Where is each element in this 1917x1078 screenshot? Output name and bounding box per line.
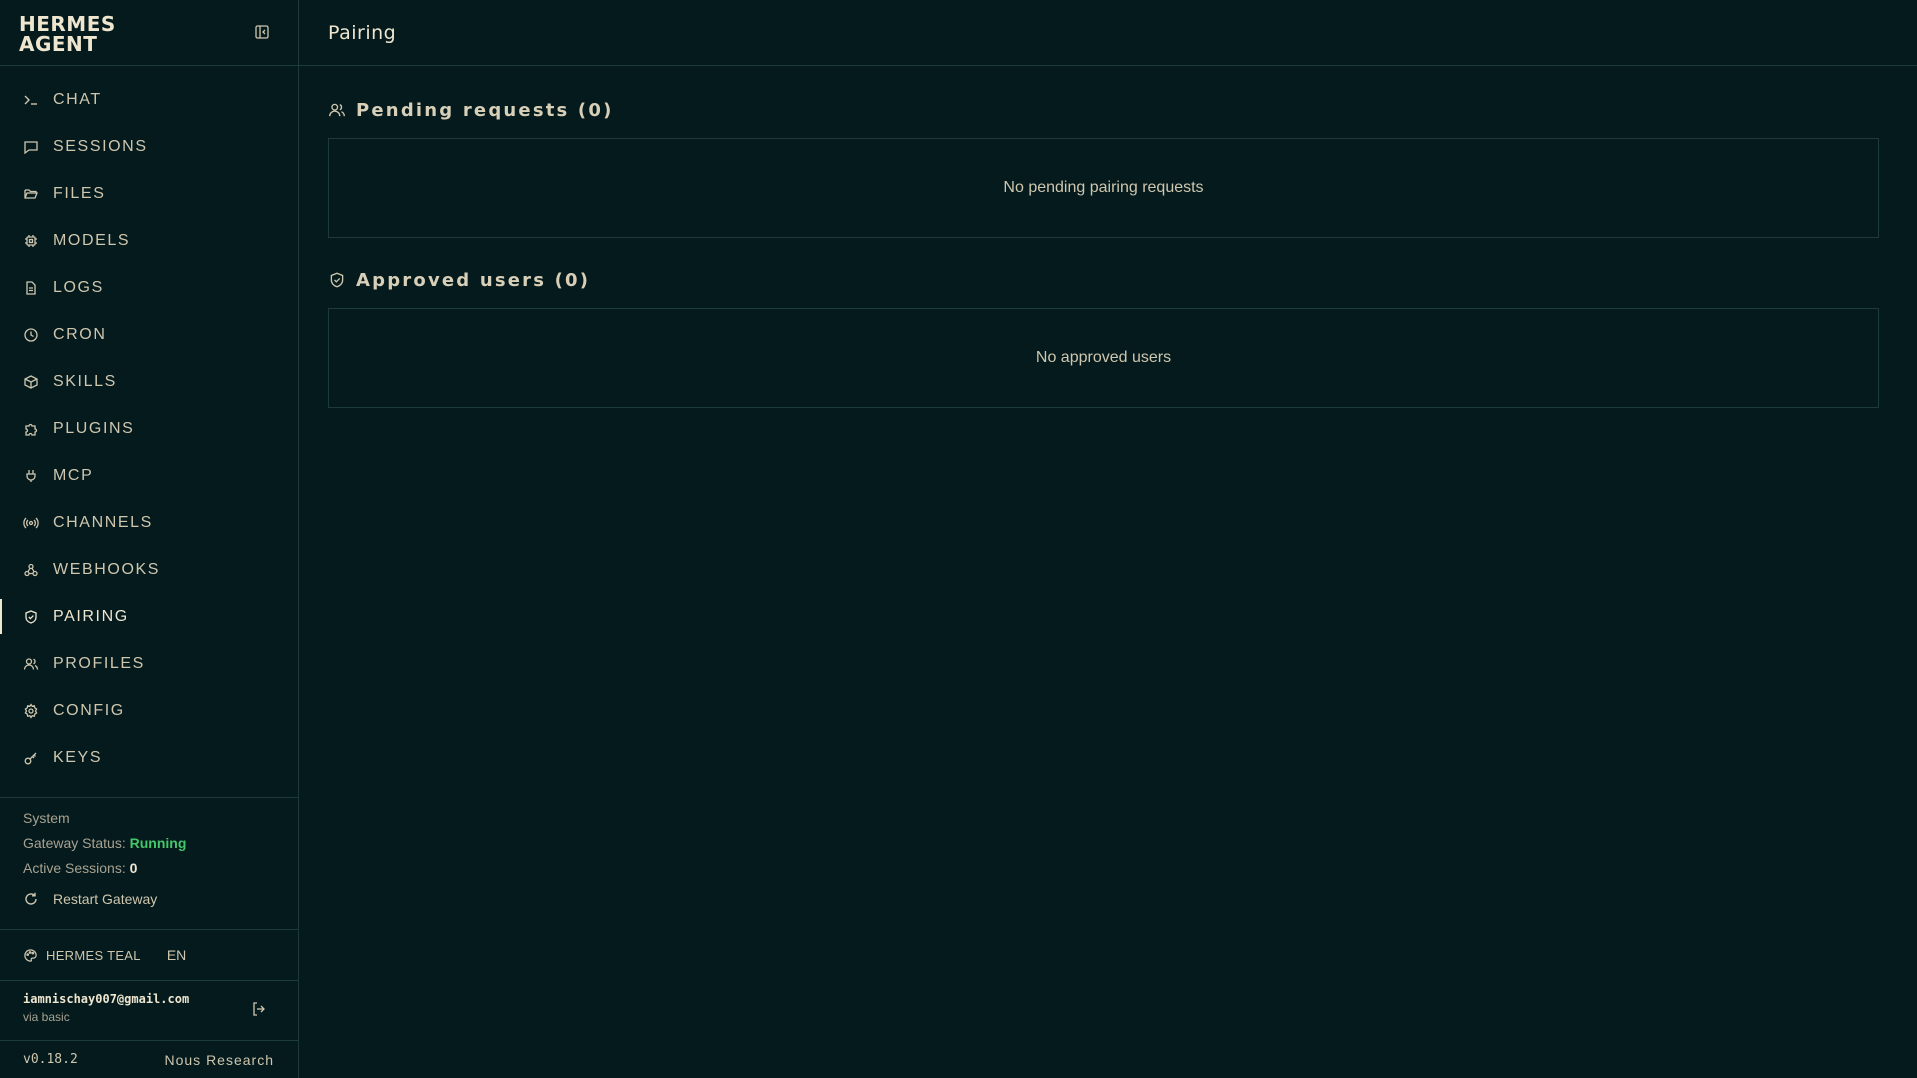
sidebar-item-label: PLUGINS bbox=[53, 419, 135, 437]
sidebar-item-channels[interactable]: CHANNELS bbox=[0, 499, 298, 546]
cpu-icon bbox=[23, 233, 39, 249]
app-version: v0.18.2 bbox=[23, 1052, 78, 1067]
sidebar-item-keys[interactable]: KEYS bbox=[0, 734, 298, 781]
pending-requests-title: Pending requests (0) bbox=[356, 99, 614, 121]
refresh-icon bbox=[25, 892, 37, 905]
restart-gateway-label: Restart Gateway bbox=[53, 891, 158, 907]
restart-gateway-button[interactable]: Restart Gateway bbox=[23, 891, 298, 907]
pending-requests-panel: No pending pairing requests bbox=[328, 138, 1879, 238]
file-text-icon bbox=[23, 280, 39, 296]
sidebar-item-label: PAIRING bbox=[53, 607, 129, 625]
sidebar-item-label: SESSIONS bbox=[53, 137, 148, 155]
puzzle-icon bbox=[23, 421, 39, 437]
collapse-sidebar-button[interactable] bbox=[252, 22, 272, 42]
active-sessions-value: 0 bbox=[129, 860, 138, 876]
pending-requests-header: Pending requests (0) bbox=[328, 96, 1879, 124]
sidebar-item-config[interactable]: CONFIG bbox=[0, 687, 298, 734]
radio-icon bbox=[23, 515, 39, 531]
sidebar: HERMES AGENT CHAT SESSIONS FILES MODELS … bbox=[0, 0, 299, 1078]
key-icon bbox=[23, 750, 39, 766]
package-icon bbox=[23, 374, 39, 390]
active-sessions: Active Sessions: 0 bbox=[23, 856, 298, 881]
brand: HERMES AGENT bbox=[0, 0, 298, 66]
sidebar-item-sessions[interactable]: SESSIONS bbox=[0, 123, 298, 170]
app: HERMES AGENT CHAT SESSIONS FILES MODELS … bbox=[0, 0, 1917, 1078]
sidebar-item-label: LOGS bbox=[53, 278, 104, 296]
sidebar-item-label: CHAT bbox=[53, 90, 102, 108]
sidebar-item-files[interactable]: FILES bbox=[0, 170, 298, 217]
sidebar-item-label: FILES bbox=[53, 184, 106, 202]
logout-button[interactable] bbox=[251, 1001, 267, 1022]
main-content: Pairing Pending requests (0) No pending … bbox=[299, 0, 1917, 1078]
sidebar-item-label: SKILLS bbox=[53, 372, 117, 390]
pending-requests-empty: No pending pairing requests bbox=[1003, 179, 1204, 196]
message-square-icon bbox=[23, 139, 39, 155]
page-title: Pairing bbox=[328, 21, 397, 44]
theme-selector[interactable]: HERMES TEAL bbox=[23, 948, 141, 963]
sidebar-item-logs[interactable]: LOGS bbox=[0, 264, 298, 311]
sidebar-item-webhooks[interactable]: WEBHOOKS bbox=[0, 546, 298, 593]
sidebar-item-skills[interactable]: SKILLS bbox=[0, 358, 298, 405]
theme-row: HERMES TEAL EN bbox=[0, 929, 298, 980]
sidebar-item-label: MCP bbox=[53, 466, 94, 484]
topbar: Pairing bbox=[299, 0, 1917, 66]
sidebar-item-chat[interactable]: CHAT bbox=[0, 76, 298, 123]
gateway-status-label: Gateway Status: bbox=[23, 835, 126, 851]
sidebar-item-label: WEBHOOKS bbox=[53, 560, 161, 578]
sidebar-item-label: CONFIG bbox=[53, 701, 125, 719]
settings-icon bbox=[23, 702, 39, 719]
sidebar-item-cron[interactable]: CRON bbox=[0, 311, 298, 358]
sidebar-item-label: CRON bbox=[53, 325, 107, 343]
shield-check-icon bbox=[330, 272, 344, 288]
gateway-status: Gateway Status: Running bbox=[23, 831, 298, 856]
theme-label: HERMES TEAL bbox=[46, 947, 141, 963]
sidebar-nav: CHAT SESSIONS FILES MODELS LOGS CRON SKI… bbox=[0, 76, 298, 796]
sidebar-item-label: PROFILES bbox=[53, 654, 145, 672]
vendor-name[interactable]: Nous Research bbox=[165, 1052, 275, 1068]
sidebar-item-models[interactable]: MODELS bbox=[0, 217, 298, 264]
plug-icon bbox=[23, 468, 39, 484]
log-out-icon bbox=[253, 1002, 265, 1016]
folder-open-icon bbox=[23, 186, 39, 202]
users-icon bbox=[23, 656, 39, 672]
sidebar-item-label: CHANNELS bbox=[53, 513, 153, 531]
language-selector[interactable]: EN bbox=[167, 947, 186, 963]
sidebar-item-mcp[interactable]: MCP bbox=[0, 452, 298, 499]
pending-requests-section: Pending requests (0) No pending pairing … bbox=[328, 96, 1879, 238]
approved-users-title: Approved users (0) bbox=[356, 269, 591, 291]
version-row: v0.18.2 Nous Research bbox=[0, 1040, 298, 1078]
brand-logo[interactable]: HERMES AGENT bbox=[19, 14, 116, 54]
panel-left-close-icon bbox=[255, 25, 269, 39]
sidebar-item-label: MODELS bbox=[53, 231, 131, 249]
system-heading: System bbox=[23, 810, 70, 826]
system-panel: System Gateway Status: Running Active Se… bbox=[0, 797, 298, 929]
approved-users-section: Approved users (0) No approved users bbox=[328, 266, 1879, 408]
brand-line-1: HERMES bbox=[19, 12, 116, 36]
webhook-icon bbox=[23, 562, 39, 578]
terminal-icon bbox=[23, 92, 39, 108]
brand-line-2: AGENT bbox=[19, 32, 98, 56]
sidebar-item-plugins[interactable]: PLUGINS bbox=[0, 405, 298, 452]
sidebar-item-profiles[interactable]: PROFILES bbox=[0, 640, 298, 687]
users-icon bbox=[329, 103, 345, 117]
sidebar-item-pairing[interactable]: PAIRING bbox=[0, 593, 298, 640]
gateway-status-value: Running bbox=[129, 835, 187, 851]
palette-icon bbox=[24, 948, 37, 962]
approved-users-header: Approved users (0) bbox=[328, 266, 1879, 294]
approved-users-empty: No approved users bbox=[1035, 349, 1172, 366]
sidebar-item-label: KEYS bbox=[53, 748, 103, 766]
active-sessions-label: Active Sessions: bbox=[23, 860, 126, 876]
shield-check-icon bbox=[23, 609, 39, 625]
user-row: iamnischay007@gmail.com via basic bbox=[0, 980, 298, 1040]
approved-users-panel: No approved users bbox=[328, 308, 1879, 408]
clock-icon bbox=[23, 327, 39, 343]
